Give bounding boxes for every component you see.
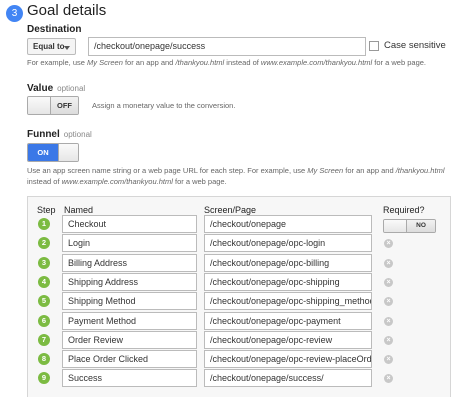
step-name-input[interactable]: Login bbox=[62, 234, 197, 252]
step-screen-input[interactable]: /checkout/onepage/opc-review bbox=[204, 331, 372, 349]
value-label: Value optional bbox=[27, 83, 86, 94]
step-number-badge: 5 bbox=[38, 295, 50, 307]
step-name-input[interactable]: Payment Method bbox=[62, 312, 197, 330]
required-toggle[interactable]: NO bbox=[383, 219, 436, 233]
match-type-value: Equal to bbox=[33, 42, 65, 51]
destination-help: For example, use My Screen for an app an… bbox=[27, 58, 427, 67]
step-screen-input[interactable]: /checkout/onepage/opc-review-placeOrder bbox=[204, 350, 372, 368]
funnel-label: Funnel optional bbox=[27, 129, 92, 140]
remove-step-icon[interactable]: × bbox=[384, 278, 393, 287]
page-title: Goal details bbox=[27, 2, 107, 19]
remove-step-icon[interactable]: × bbox=[384, 239, 393, 248]
step-number-badge: 3 bbox=[6, 5, 23, 22]
match-type-dropdown[interactable]: Equal to bbox=[27, 38, 76, 55]
step-number-badge: 3 bbox=[38, 257, 50, 269]
value-toggle[interactable]: OFF bbox=[27, 96, 79, 115]
remove-step-icon[interactable]: × bbox=[384, 355, 393, 364]
funnel-help: Use an app screen name string or a web p… bbox=[27, 166, 445, 186]
step-name-input[interactable]: Success bbox=[62, 369, 197, 387]
step-screen-input[interactable]: /checkout/onepage bbox=[204, 215, 372, 233]
remove-step-icon[interactable]: × bbox=[384, 374, 393, 383]
column-header-named: Named bbox=[64, 205, 94, 215]
funnel-toggle-state: ON bbox=[28, 144, 58, 161]
column-header-screen: Screen/Page bbox=[204, 205, 257, 215]
step-number-badge: 4 bbox=[38, 276, 50, 288]
case-sensitive-label: Case sensitive bbox=[384, 40, 446, 51]
required-toggle-state: NO bbox=[406, 220, 435, 232]
step-screen-input[interactable]: /checkout/onepage/opc-login bbox=[204, 234, 372, 252]
step-number-badge: 7 bbox=[38, 334, 50, 346]
value-toggle-state: OFF bbox=[50, 97, 78, 114]
remove-step-icon[interactable]: × bbox=[384, 336, 393, 345]
step-number-badge: 6 bbox=[38, 315, 50, 327]
step-screen-input[interactable]: /checkout/onepage/opc-shipping_method bbox=[204, 292, 372, 310]
chevron-down-icon bbox=[64, 46, 70, 50]
step-name-input[interactable]: Shipping Address bbox=[62, 273, 197, 291]
step-name-input[interactable]: Place Order Clicked bbox=[62, 350, 197, 368]
column-header-required: Required? bbox=[383, 205, 425, 215]
destination-label: Destination bbox=[27, 24, 82, 35]
step-number-badge: 8 bbox=[38, 353, 50, 365]
remove-step-icon[interactable]: × bbox=[384, 297, 393, 306]
value-help: Assign a monetary value to the conversio… bbox=[92, 101, 236, 110]
step-screen-input[interactable]: /checkout/onepage/opc-shipping bbox=[204, 273, 372, 291]
step-screen-input[interactable]: /checkout/onepage/success/ bbox=[204, 369, 372, 387]
step-name-input[interactable]: Billing Address bbox=[62, 254, 197, 272]
step-number-badge: 1 bbox=[38, 218, 50, 230]
step-screen-input[interactable]: /checkout/onepage/opc-payment bbox=[204, 312, 372, 330]
remove-step-icon[interactable]: × bbox=[384, 259, 393, 268]
step-number-badge: 9 bbox=[38, 372, 50, 384]
step-name-input[interactable]: Checkout bbox=[62, 215, 197, 233]
step-screen-input[interactable]: /checkout/onepage/opc-billing bbox=[204, 254, 372, 272]
funnel-toggle[interactable]: ON bbox=[27, 143, 79, 162]
remove-step-icon[interactable]: × bbox=[384, 317, 393, 326]
step-name-input[interactable]: Order Review bbox=[62, 331, 197, 349]
destination-input[interactable]: /checkout/onepage/success bbox=[88, 37, 366, 56]
column-header-step: Step bbox=[37, 205, 56, 215]
step-name-input[interactable]: Shipping Method bbox=[62, 292, 197, 310]
case-sensitive-checkbox[interactable] bbox=[369, 41, 379, 51]
step-number-badge: 2 bbox=[38, 237, 50, 249]
